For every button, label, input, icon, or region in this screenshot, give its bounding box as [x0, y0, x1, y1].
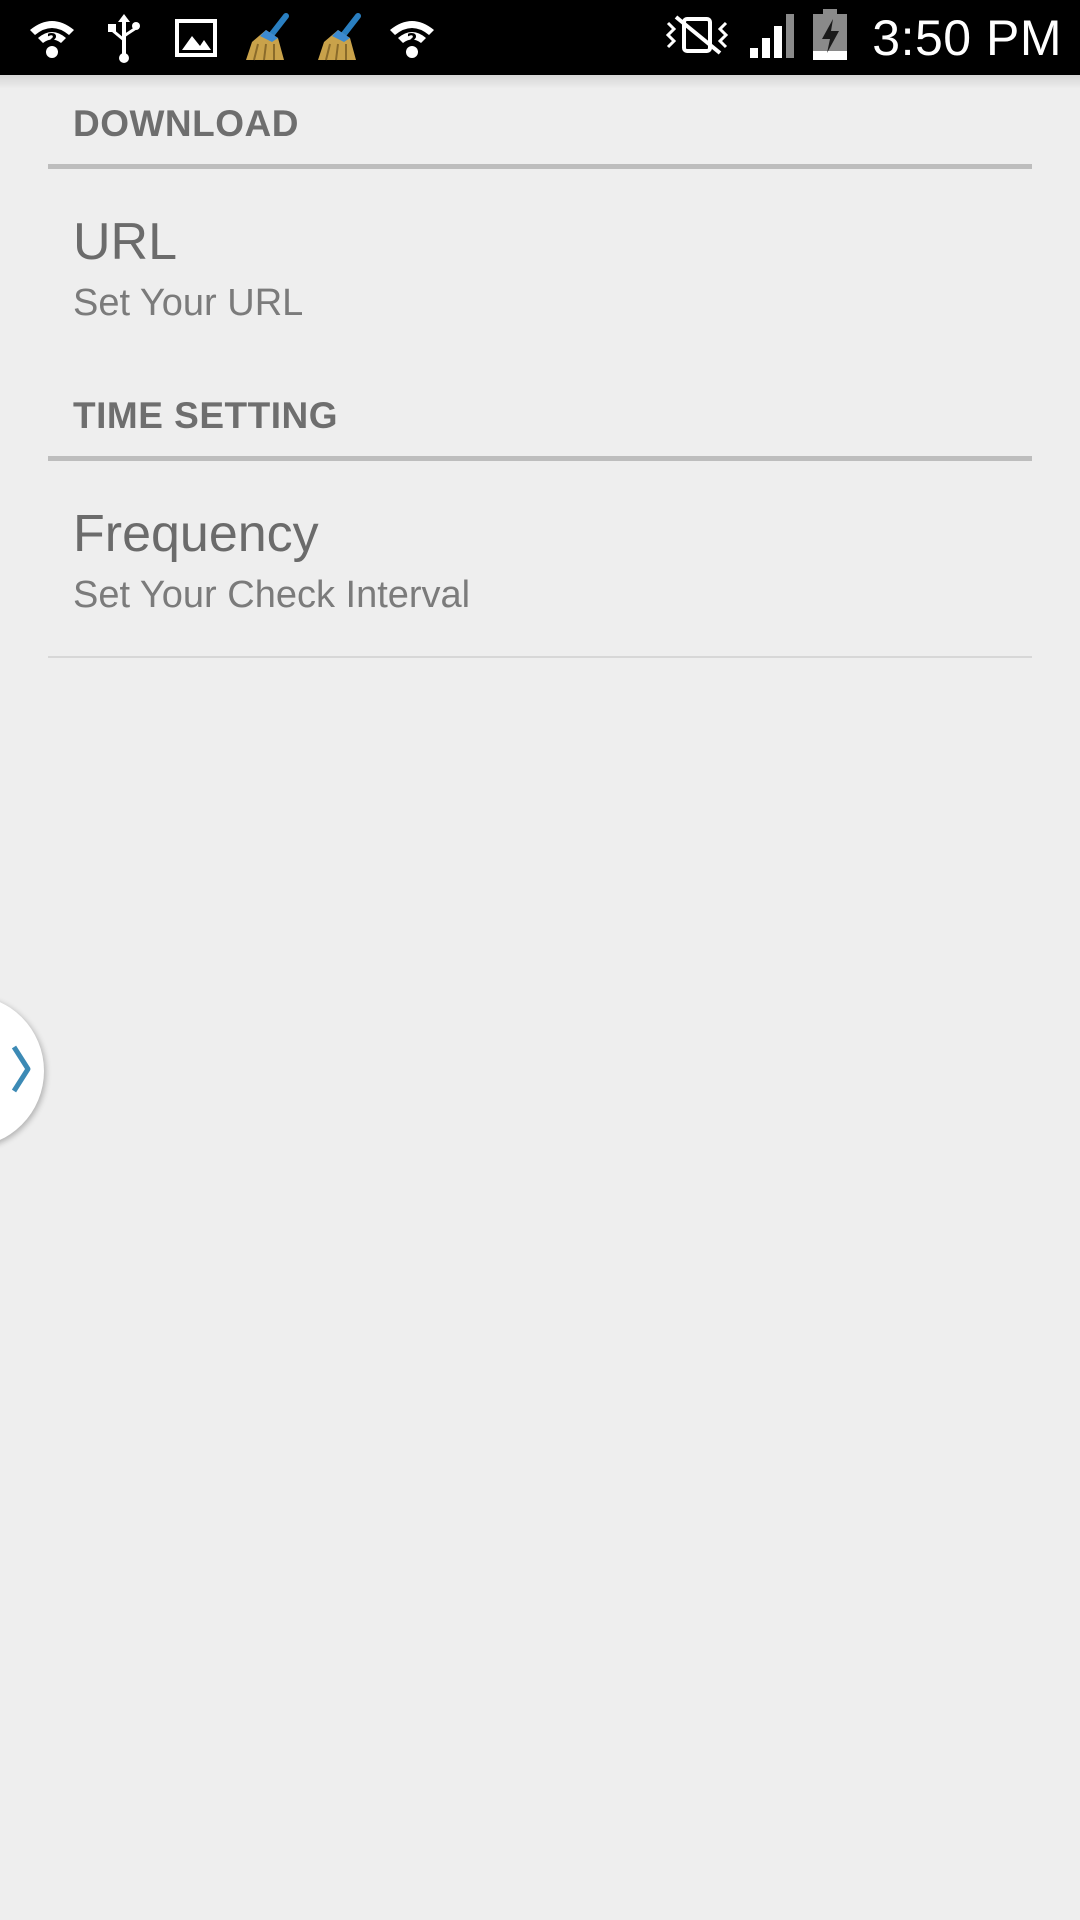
svg-text:?: ?	[407, 30, 417, 51]
notification-icons: ? ?	[26, 0, 438, 75]
chevron-right-icon	[10, 1043, 32, 1100]
system-icons: 3:50 PM	[662, 0, 1062, 75]
battery-charging-icon	[810, 7, 850, 68]
status-bar: ? ? 3:50 PM	[0, 0, 1080, 75]
svg-text:?: ?	[47, 30, 57, 51]
category-title-time-setting: TIME SETTING	[73, 395, 338, 436]
toolbar-shadow	[0, 75, 1080, 89]
signal-icon	[748, 10, 796, 65]
pref-item-frequency-summary: Set Your Check Interval	[73, 574, 471, 616]
wifi-question-icon: ?	[386, 12, 438, 64]
broom-icon	[242, 12, 294, 64]
pref-item-url-summary: Set Your URL	[73, 282, 304, 324]
preferences-screen: DOWNLOAD URL Set Your URL TIME SETTING F…	[0, 75, 1080, 1920]
usb-icon	[98, 12, 150, 64]
image-icon	[170, 12, 222, 64]
broom-icon	[314, 12, 366, 64]
vibrate-mute-icon	[662, 13, 734, 62]
category-title-download: DOWNLOAD	[73, 103, 299, 144]
status-time: 3:50 PM	[872, 9, 1062, 66]
pref-item-frequency-title: Frequency	[73, 505, 319, 563]
list-end-divider	[48, 656, 1032, 658]
pref-item-url[interactable]	[48, 169, 1032, 359]
wifi-question-icon: ?	[26, 12, 78, 64]
pref-item-url-title: URL	[73, 213, 178, 271]
side-drawer-handle[interactable]	[0, 995, 44, 1147]
